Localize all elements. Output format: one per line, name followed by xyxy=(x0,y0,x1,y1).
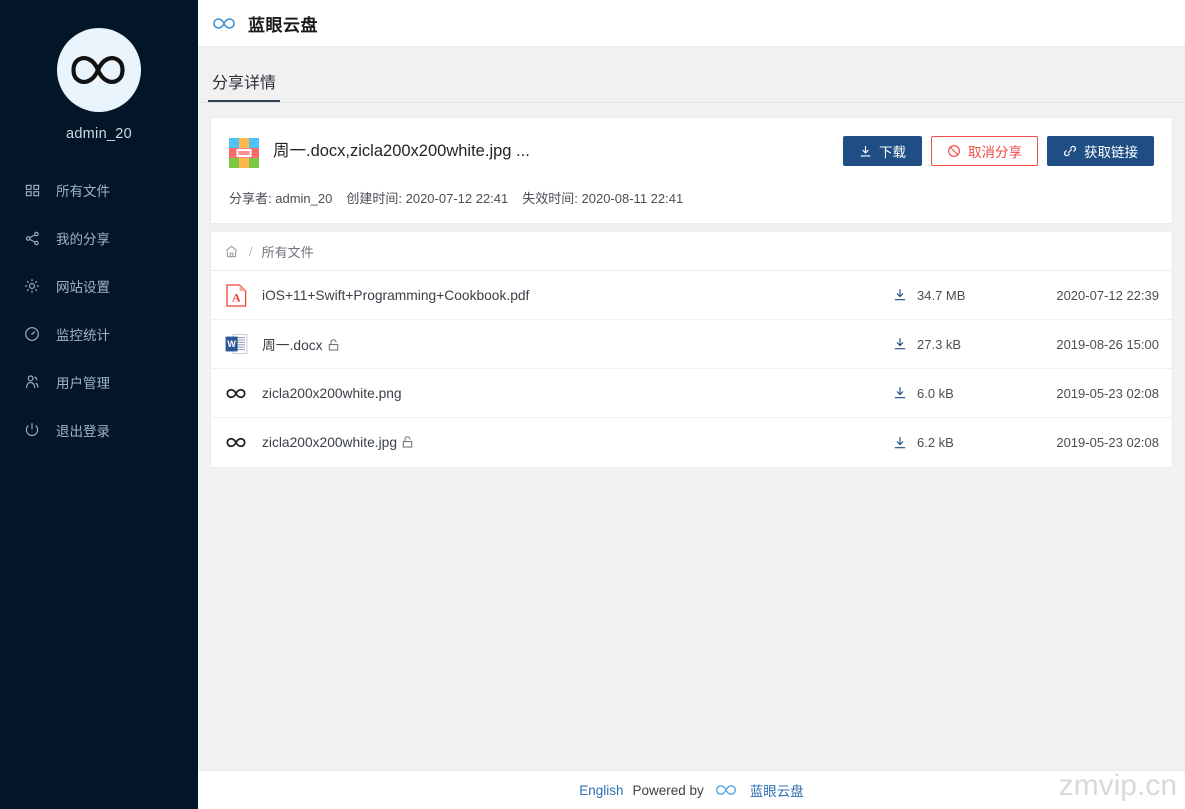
sidebar-item-logout[interactable]: 退出登录 xyxy=(0,406,198,454)
table-row[interactable]: A iOS+11+Swift+Programming+Cookbook.pdf … xyxy=(211,271,1172,320)
lock-icon xyxy=(328,339,339,354)
gear-icon xyxy=(22,276,42,296)
sidebar-item-monitor[interactable]: 监控统计 xyxy=(0,310,198,358)
row-download-icon[interactable] xyxy=(883,337,917,351)
sidebar-item-label: 我的分享 xyxy=(56,228,110,248)
cancel-share-button-label: 取消分享 xyxy=(968,141,1022,161)
watermark: zmvip.cn xyxy=(1059,769,1177,803)
share-meta-owner: 分享者: admin_20 xyxy=(229,188,332,207)
svg-text:W: W xyxy=(227,339,236,349)
pdf-file-icon: A xyxy=(224,283,248,307)
link-chain-icon xyxy=(1063,144,1084,158)
file-date: 2019-05-23 02:08 xyxy=(1009,386,1159,401)
infinity-loop-logo-icon xyxy=(68,50,130,90)
table-row[interactable]: W 周一.docx 27.3 k xyxy=(211,320,1172,369)
share-nodes-icon xyxy=(22,228,42,248)
sidebar: admin_20 所有文件 xyxy=(0,0,198,809)
file-name[interactable]: 周一.docx xyxy=(262,334,883,354)
breadcrumb-item-all-files[interactable]: 所有文件 xyxy=(262,242,314,261)
ban-circle-icon xyxy=(947,144,968,158)
sidebar-item-label: 所有文件 xyxy=(56,180,110,200)
power-off-icon xyxy=(22,420,42,440)
table-row[interactable]: zicla200x200white.jpg 6.2 kB 2019-05-23 xyxy=(211,418,1172,467)
table-row[interactable]: zicla200x200white.png 6.0 kB 2019-05-23 … xyxy=(211,369,1172,418)
row-download-icon[interactable] xyxy=(883,288,917,302)
row-download-icon[interactable] xyxy=(883,386,917,400)
dashboard-gauge-icon xyxy=(22,324,42,344)
powered-by-label: Powered by xyxy=(632,783,703,798)
footer-brand-link[interactable]: 蓝眼云盘 xyxy=(750,780,804,800)
sidebar-item-all-files[interactable]: 所有文件 xyxy=(0,166,198,214)
app-root: admin_20 所有文件 xyxy=(0,0,1185,809)
file-size: 6.2 kB xyxy=(917,435,1009,450)
user-group-icon xyxy=(22,372,42,392)
tab-share-detail[interactable]: 分享详情 xyxy=(208,69,280,103)
file-size: 34.7 MB xyxy=(917,288,1009,303)
breadcrumb: / 所有文件 xyxy=(211,232,1172,271)
file-name[interactable]: iOS+11+Swift+Programming+Cookbook.pdf xyxy=(262,288,883,303)
image-file-icon xyxy=(224,431,248,455)
word-file-icon: W xyxy=(224,332,248,356)
top-bar: 蓝眼云盘 xyxy=(198,0,1185,47)
cancel-share-button[interactable]: 取消分享 xyxy=(931,136,1038,166)
share-meta-created: 创建时间: 2020-07-12 22:41 xyxy=(346,188,508,207)
main-region: 蓝眼云盘 分享详情 xyxy=(198,0,1185,809)
sidebar-item-my-shares[interactable]: 我的分享 xyxy=(0,214,198,262)
share-action-buttons: 下载 取消分享 xyxy=(843,136,1154,166)
row-download-icon[interactable] xyxy=(883,436,917,450)
breadcrumb-separator: / xyxy=(249,244,253,259)
download-button-label: 下载 xyxy=(879,141,906,161)
svg-text:A: A xyxy=(231,290,240,304)
infinity-loop-logo-icon xyxy=(210,11,240,35)
sidebar-item-user-manage[interactable]: 用户管理 xyxy=(0,358,198,406)
share-info-card: 周一.docx,zicla200x200white.jpg ... 下载 xyxy=(210,117,1173,224)
file-name[interactable]: zicla200x200white.png xyxy=(262,386,883,401)
share-meta-expire-label: 失效时间: xyxy=(522,191,578,206)
sidebar-item-label: 网站设置 xyxy=(56,276,110,296)
sidebar-item-label: 退出登录 xyxy=(56,420,110,440)
share-meta-owner-label: 分享者: xyxy=(229,191,272,206)
app-title: 蓝眼云盘 xyxy=(248,11,318,36)
avatar xyxy=(57,28,141,112)
get-link-button-label: 获取链接 xyxy=(1084,141,1138,161)
share-info-header: 周一.docx,zicla200x200white.jpg ... 下载 xyxy=(229,136,1154,168)
file-date: 2019-05-23 02:08 xyxy=(1009,435,1159,450)
share-meta-expire: 失效时间: 2020-08-11 22:41 xyxy=(522,188,683,207)
home-icon[interactable] xyxy=(224,243,240,259)
share-title: 周一.docx,zicla200x200white.jpg ... xyxy=(273,136,827,166)
sidebar-item-site-setting[interactable]: 网站设置 xyxy=(0,262,198,310)
share-meta: 分享者: admin_20 创建时间: 2020-07-12 22:41 失效时… xyxy=(229,188,1154,207)
share-meta-created-label: 创建时间: xyxy=(346,191,402,206)
language-switch-link[interactable]: English xyxy=(579,783,623,798)
download-icon xyxy=(859,145,879,158)
sidebar-nav: 所有文件 我的分享 xyxy=(0,166,198,454)
footer: English Powered by 蓝眼云盘 zmvip.cn xyxy=(198,770,1185,809)
sidebar-username: admin_20 xyxy=(66,126,132,142)
infinity-loop-logo-icon xyxy=(713,780,741,800)
image-file-icon xyxy=(224,381,248,405)
share-meta-created-value: 2020-07-12 22:41 xyxy=(406,191,509,206)
file-name[interactable]: zicla200x200white.jpg xyxy=(262,435,883,451)
multi-file-package-icon xyxy=(229,138,259,168)
file-date: 2020-07-12 22:39 xyxy=(1009,288,1159,303)
grid-files-icon xyxy=(22,180,42,200)
file-list-card: / 所有文件 A iOS+11+Swift+Programming+Cookbo… xyxy=(210,231,1173,468)
lock-icon xyxy=(402,436,413,451)
share-meta-owner-value: admin_20 xyxy=(275,191,332,206)
sidebar-item-label: 监控统计 xyxy=(56,324,110,344)
sidebar-item-label: 用户管理 xyxy=(56,372,110,392)
file-size: 6.0 kB xyxy=(917,386,1009,401)
get-link-button[interactable]: 获取链接 xyxy=(1047,136,1154,166)
tab-bar: 分享详情 xyxy=(198,47,1185,103)
file-size: 27.3 kB xyxy=(917,337,1009,352)
content-area: 周一.docx,zicla200x200white.jpg ... 下载 xyxy=(198,103,1185,770)
download-button[interactable]: 下载 xyxy=(843,136,922,166)
share-meta-expire-value: 2020-08-11 22:41 xyxy=(582,191,684,206)
file-date: 2019-08-26 15:00 xyxy=(1009,337,1159,352)
